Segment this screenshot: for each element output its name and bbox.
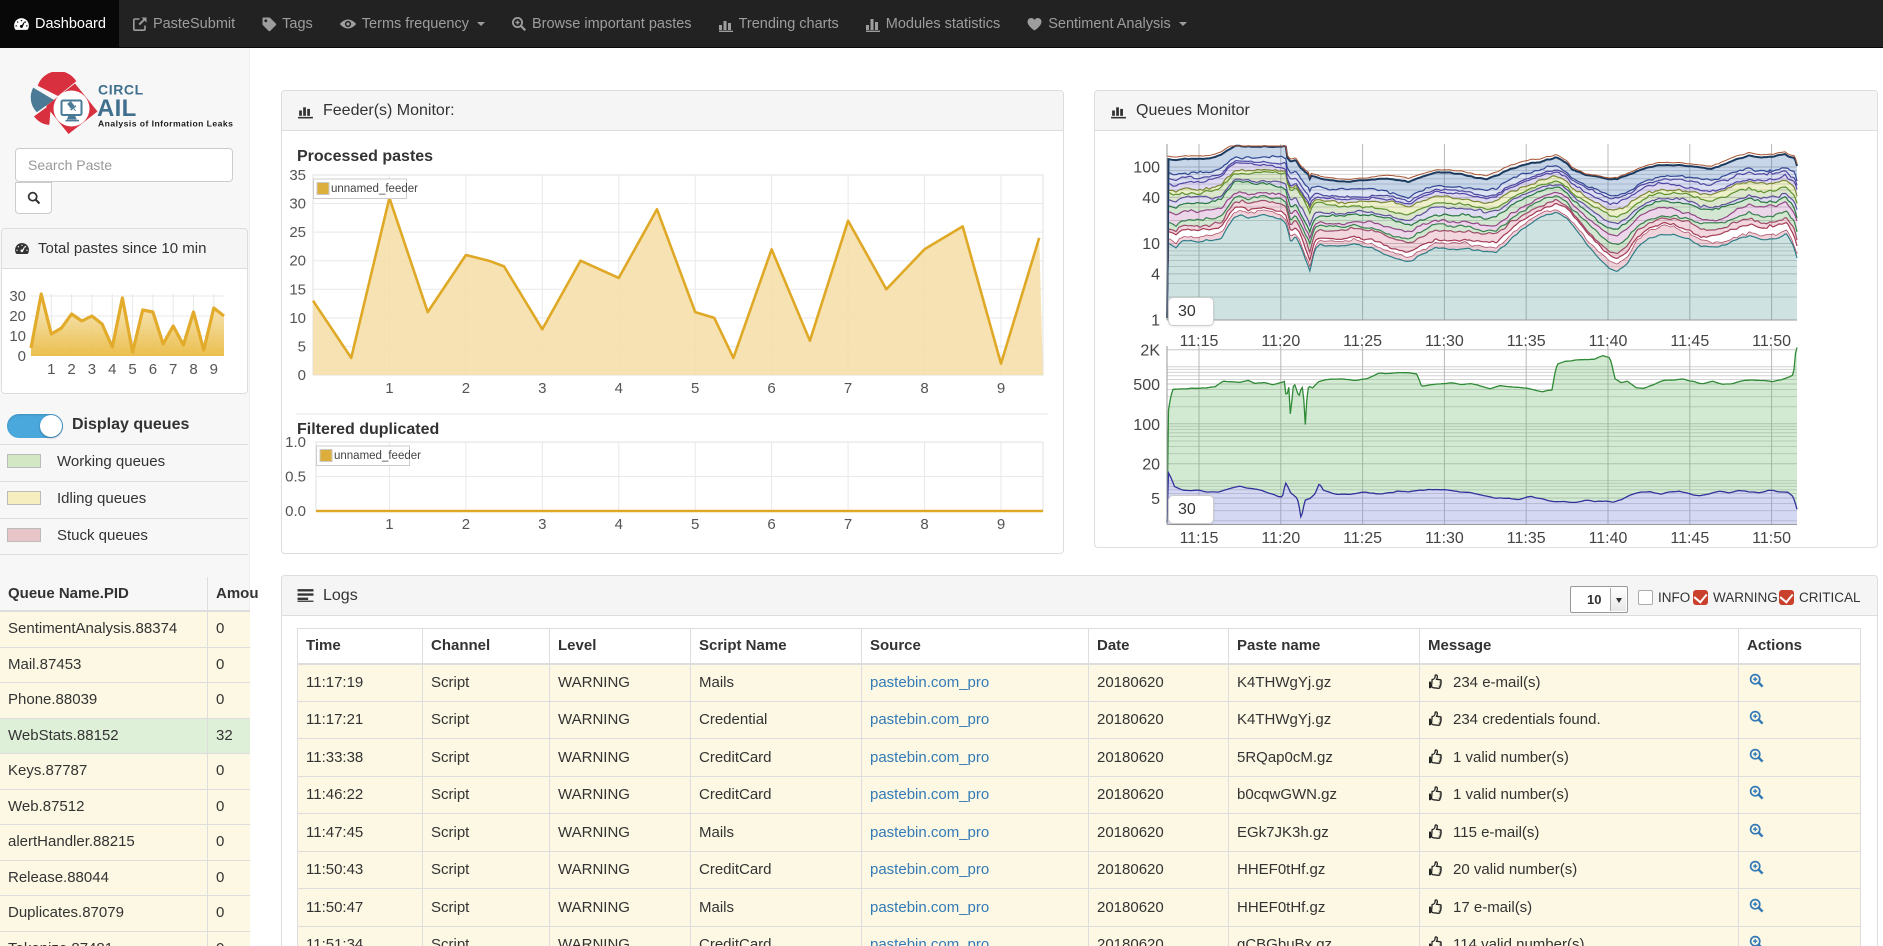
svg-text:11:40: 11:40 xyxy=(1589,530,1628,547)
svg-text:30: 30 xyxy=(9,288,26,305)
svg-text:2K: 2K xyxy=(1140,343,1160,360)
svg-text:2: 2 xyxy=(462,380,470,397)
svg-text:30: 30 xyxy=(289,196,306,213)
svg-text:0: 0 xyxy=(18,348,26,365)
svg-text:8: 8 xyxy=(189,361,197,378)
svg-text:unnamed_feeder: unnamed_feeder xyxy=(334,450,421,462)
svg-text:100: 100 xyxy=(1133,160,1160,177)
svg-text:5: 5 xyxy=(1151,491,1160,508)
svg-text:Analysis of Information Leaks: Analysis of Information Leaks xyxy=(98,119,233,129)
svg-text:35: 35 xyxy=(289,167,306,184)
svg-text:100: 100 xyxy=(1133,417,1160,434)
svg-text:1.0: 1.0 xyxy=(285,434,306,451)
svg-text:6: 6 xyxy=(149,361,157,378)
svg-text:2: 2 xyxy=(67,361,75,378)
svg-text:4: 4 xyxy=(108,361,116,378)
svg-text:10: 10 xyxy=(289,310,306,327)
svg-text:20: 20 xyxy=(9,308,26,325)
svg-text:1: 1 xyxy=(47,361,55,378)
svg-text:11:20: 11:20 xyxy=(1261,530,1300,547)
svg-text:500: 500 xyxy=(1133,377,1160,394)
svg-text:1: 1 xyxy=(385,516,393,533)
svg-text:0.0: 0.0 xyxy=(285,503,306,520)
svg-text:11:35: 11:35 xyxy=(1507,530,1546,547)
svg-text:1: 1 xyxy=(385,380,393,397)
svg-text:3: 3 xyxy=(538,380,546,397)
svg-text:25: 25 xyxy=(289,224,306,241)
svg-text:4: 4 xyxy=(615,380,623,397)
svg-text:9: 9 xyxy=(997,380,1005,397)
svg-text:5: 5 xyxy=(691,380,699,397)
svg-text:11:50: 11:50 xyxy=(1752,530,1791,547)
svg-text:11:30: 11:30 xyxy=(1425,530,1464,547)
svg-text:6: 6 xyxy=(767,516,775,533)
svg-text:Processed pastes: Processed pastes xyxy=(297,148,433,165)
svg-text:3: 3 xyxy=(88,361,96,378)
svg-text:0: 0 xyxy=(298,367,306,384)
svg-text:9: 9 xyxy=(997,516,1005,533)
svg-text:8: 8 xyxy=(920,380,928,397)
svg-text:3: 3 xyxy=(538,516,546,533)
svg-text:15: 15 xyxy=(289,281,306,298)
svg-text:4: 4 xyxy=(1151,266,1160,283)
svg-text:7: 7 xyxy=(169,361,177,378)
svg-text:40: 40 xyxy=(1142,190,1160,207)
svg-text:10: 10 xyxy=(9,328,26,345)
svg-text:unnamed_feeder: unnamed_feeder xyxy=(331,183,418,195)
svg-text:9: 9 xyxy=(210,361,218,378)
svg-text:11:25: 11:25 xyxy=(1343,530,1382,547)
svg-text:7: 7 xyxy=(844,516,852,533)
svg-text:10: 10 xyxy=(1142,236,1160,253)
svg-text:1: 1 xyxy=(1151,313,1160,330)
svg-text:8: 8 xyxy=(920,516,928,533)
svg-text:6: 6 xyxy=(767,380,775,397)
svg-text:7: 7 xyxy=(844,380,852,397)
svg-text:5: 5 xyxy=(128,361,136,378)
svg-text:11:45: 11:45 xyxy=(1670,530,1709,547)
svg-text:5: 5 xyxy=(691,516,699,533)
svg-text:2: 2 xyxy=(462,516,470,533)
svg-text:11:15: 11:15 xyxy=(1180,530,1219,547)
svg-text:5: 5 xyxy=(298,338,306,355)
svg-text:Filtered duplicated: Filtered duplicated xyxy=(297,421,439,438)
svg-text:4: 4 xyxy=(615,516,623,533)
svg-text:20: 20 xyxy=(289,253,306,270)
svg-text:20: 20 xyxy=(1142,457,1160,474)
svg-text:0.5: 0.5 xyxy=(285,469,306,486)
